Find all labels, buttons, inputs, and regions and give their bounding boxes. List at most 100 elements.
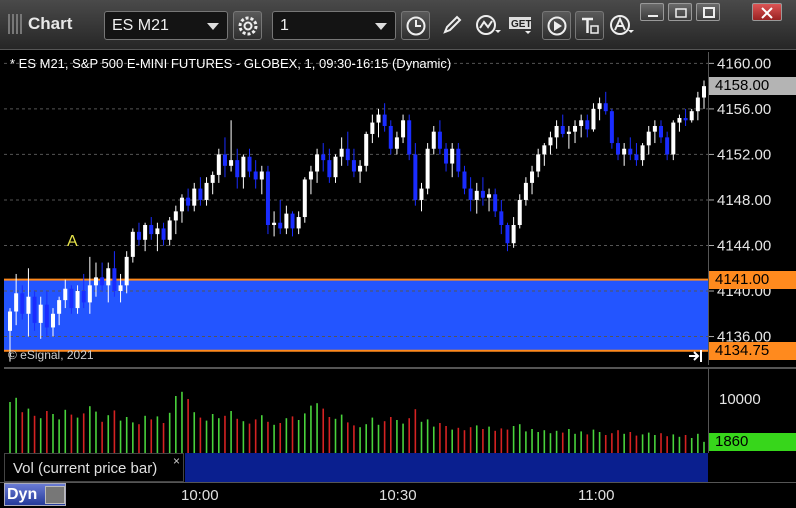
candle-body[interactable] <box>665 137 670 155</box>
candle-body[interactable] <box>339 148 344 157</box>
candle-body[interactable] <box>523 182 528 200</box>
candle-body[interactable] <box>229 160 234 166</box>
close-button[interactable] <box>752 3 782 21</box>
candle-body[interactable] <box>616 143 621 155</box>
candle-body[interactable] <box>247 156 252 172</box>
candle-body[interactable] <box>265 171 270 226</box>
candle-body[interactable] <box>376 114 381 123</box>
volume-pane[interactable] <box>4 367 708 453</box>
candle-body[interactable] <box>222 154 227 166</box>
candle-body[interactable] <box>499 211 504 226</box>
candle-body[interactable] <box>259 171 264 180</box>
dynamic-button[interactable]: Dyn <box>4 483 66 506</box>
time-template-button[interactable] <box>401 11 430 40</box>
drag-grip-icon[interactable] <box>8 14 22 34</box>
candle-body[interactable] <box>622 148 627 155</box>
candle-body[interactable] <box>609 111 614 144</box>
candle-body[interactable] <box>480 190 485 198</box>
candle-body[interactable] <box>302 179 307 218</box>
candle-body[interactable] <box>118 285 123 292</box>
volume-chart[interactable] <box>4 369 708 455</box>
candle-body[interactable] <box>93 277 98 286</box>
candle-body[interactable] <box>235 160 240 178</box>
candle-body[interactable] <box>468 188 473 200</box>
candle-body[interactable] <box>167 220 172 240</box>
volume-study-label[interactable]: Vol (current price bar) × <box>4 453 184 482</box>
candle-body[interactable] <box>321 154 326 161</box>
candle-body[interactable] <box>659 125 664 138</box>
settings-button[interactable] <box>233 11 262 40</box>
candle-body[interactable] <box>124 256 129 286</box>
candle-body[interactable] <box>511 225 516 244</box>
candle-body[interactable] <box>253 171 258 180</box>
jump-to-latest-icon[interactable] <box>688 349 704 363</box>
candle-body[interactable] <box>628 148 633 155</box>
candle-body[interactable] <box>63 288 68 301</box>
candle-body[interactable] <box>75 291 80 309</box>
candle-body[interactable] <box>554 125 559 138</box>
candle-body[interactable] <box>437 131 442 149</box>
alert-button[interactable] <box>606 11 635 40</box>
candle-body[interactable] <box>136 231 141 240</box>
candle-body[interactable] <box>290 213 295 229</box>
price-zone[interactable] <box>4 279 708 351</box>
candle-body[interactable] <box>14 293 19 312</box>
candle-body[interactable] <box>364 133 369 166</box>
candle-body[interactable] <box>179 197 184 212</box>
candle-body[interactable] <box>20 293 25 314</box>
candle-body[interactable] <box>50 313 55 328</box>
candle-body[interactable] <box>241 156 246 178</box>
candle-body[interactable] <box>542 145 547 155</box>
candle-body[interactable] <box>130 231 135 257</box>
candle-body[interactable] <box>32 296 37 323</box>
candle-body[interactable] <box>198 188 203 200</box>
candle-body[interactable] <box>702 86 706 98</box>
candle-body[interactable] <box>315 154 320 172</box>
candle-body[interactable] <box>382 114 387 126</box>
candle-body[interactable] <box>173 211 178 221</box>
candle-body[interactable] <box>431 131 436 149</box>
candle-body[interactable] <box>8 311 12 331</box>
get-data-button[interactable]: GET <box>505 11 534 40</box>
candle-body[interactable] <box>216 154 221 175</box>
candle-body[interactable] <box>419 188 424 200</box>
candle-body[interactable] <box>646 131 651 146</box>
price-axis[interactable]: 4160.00 4156.00 4152.00 4148.00 4144.00 4140.… <box>708 52 796 365</box>
candle-body[interactable] <box>186 197 191 206</box>
candle-body[interactable] <box>683 118 688 121</box>
candle-body[interactable] <box>327 160 332 178</box>
symbol-combo[interactable]: ES M21 <box>104 11 228 40</box>
candle-body[interactable] <box>444 148 449 164</box>
candle-body[interactable] <box>296 217 301 229</box>
candle-body[interactable] <box>425 148 430 189</box>
candle-body[interactable] <box>603 103 608 112</box>
lock-icon[interactable] <box>45 486 65 504</box>
candle-body[interactable] <box>407 120 412 155</box>
candle-body[interactable] <box>44 304 49 328</box>
candle-body[interactable] <box>634 154 639 161</box>
candle-body[interactable] <box>689 111 694 121</box>
candle-body[interactable] <box>695 97 700 112</box>
candle-body[interactable] <box>474 190 479 200</box>
candle-body[interactable] <box>370 122 375 134</box>
maximize-button[interactable] <box>696 3 720 21</box>
candle-body[interactable] <box>308 171 313 180</box>
candle-body[interactable] <box>388 125 393 149</box>
candle-body[interactable] <box>493 194 498 212</box>
candle-body[interactable] <box>192 188 197 206</box>
candle-body[interactable] <box>401 120 406 138</box>
candle-body[interactable] <box>456 148 461 172</box>
candle-body[interactable] <box>677 118 682 123</box>
time-axis[interactable]: 10:00 10:30 11:00 <box>0 482 796 508</box>
candle-body[interactable] <box>210 174 215 183</box>
candle-body[interactable] <box>591 108 596 130</box>
studies-button[interactable] <box>472 11 501 40</box>
text-tool-button[interactable] <box>575 11 604 40</box>
candle-body[interactable] <box>517 199 522 226</box>
candle-body[interactable] <box>284 213 289 229</box>
candle-body[interactable] <box>333 156 338 178</box>
interval-combo[interactable]: 1 <box>272 11 396 40</box>
restore-button[interactable] <box>668 3 692 21</box>
candle-body[interactable] <box>161 228 166 240</box>
candle-body[interactable] <box>278 222 283 229</box>
